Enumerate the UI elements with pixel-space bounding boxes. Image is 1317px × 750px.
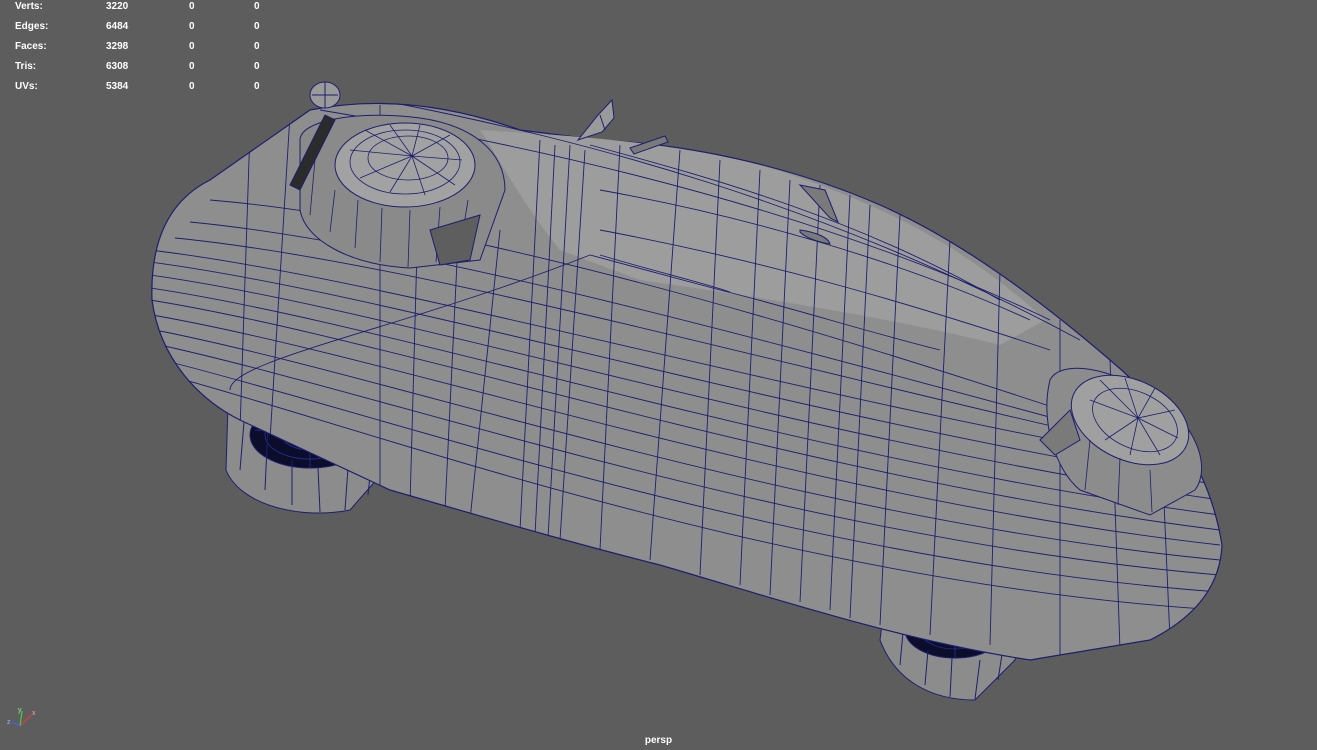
hud-value-selected: 0 [189,61,195,72]
camera-name-label: persp [644,735,673,746]
hud-value-total: 3298 [106,41,129,52]
hud-value-selected: 0 [189,1,195,12]
antenna [576,98,615,142]
mirror-nub [309,81,341,109]
hud-row-uvs: UVs: 5384 0 0 [15,80,285,100]
hud-value-selected: 0 [189,41,195,52]
perspective-viewport[interactable]: Verts: 3220 0 0 Edges: 6484 0 0 Faces: 3… [0,0,1317,750]
car-wireframe-model[interactable] [0,0,1317,750]
hud-value-total: 6308 [106,61,129,72]
axis-gizmo-icon: z y x [7,707,36,727]
hud-row-faces: Faces: 3298 0 0 [15,40,285,60]
hud-value-total: 3220 [106,1,129,12]
hud-value-other: 0 [254,1,260,12]
hud-label: UVs: [15,81,38,92]
hud-value-other: 0 [254,81,260,92]
hud-value-selected: 0 [189,21,195,32]
hud-label: Verts: [15,1,43,12]
hud-value-total: 5384 [106,81,129,92]
poly-count-hud: Verts: 3220 0 0 Edges: 6484 0 0 Faces: 3… [15,0,285,100]
hud-label: Edges: [15,21,49,32]
hud-row-edges: Edges: 6484 0 0 [15,20,285,40]
hud-row-verts: Verts: 3220 0 0 [15,0,285,20]
hud-value-other: 0 [254,21,260,32]
hud-row-tris: Tris: 6308 0 0 [15,60,285,80]
axis-x-label: x [32,710,36,717]
hud-value-other: 0 [254,41,260,52]
axis-z-line [11,721,21,727]
axis-y-label: y [18,707,22,714]
hud-value-selected: 0 [189,81,195,92]
hud-label: Tris: [15,61,37,72]
axis-z-label: z [7,719,11,726]
hud-label: Faces: [15,41,47,52]
hud-value-other: 0 [254,61,260,72]
hud-value-total: 6484 [106,21,129,32]
